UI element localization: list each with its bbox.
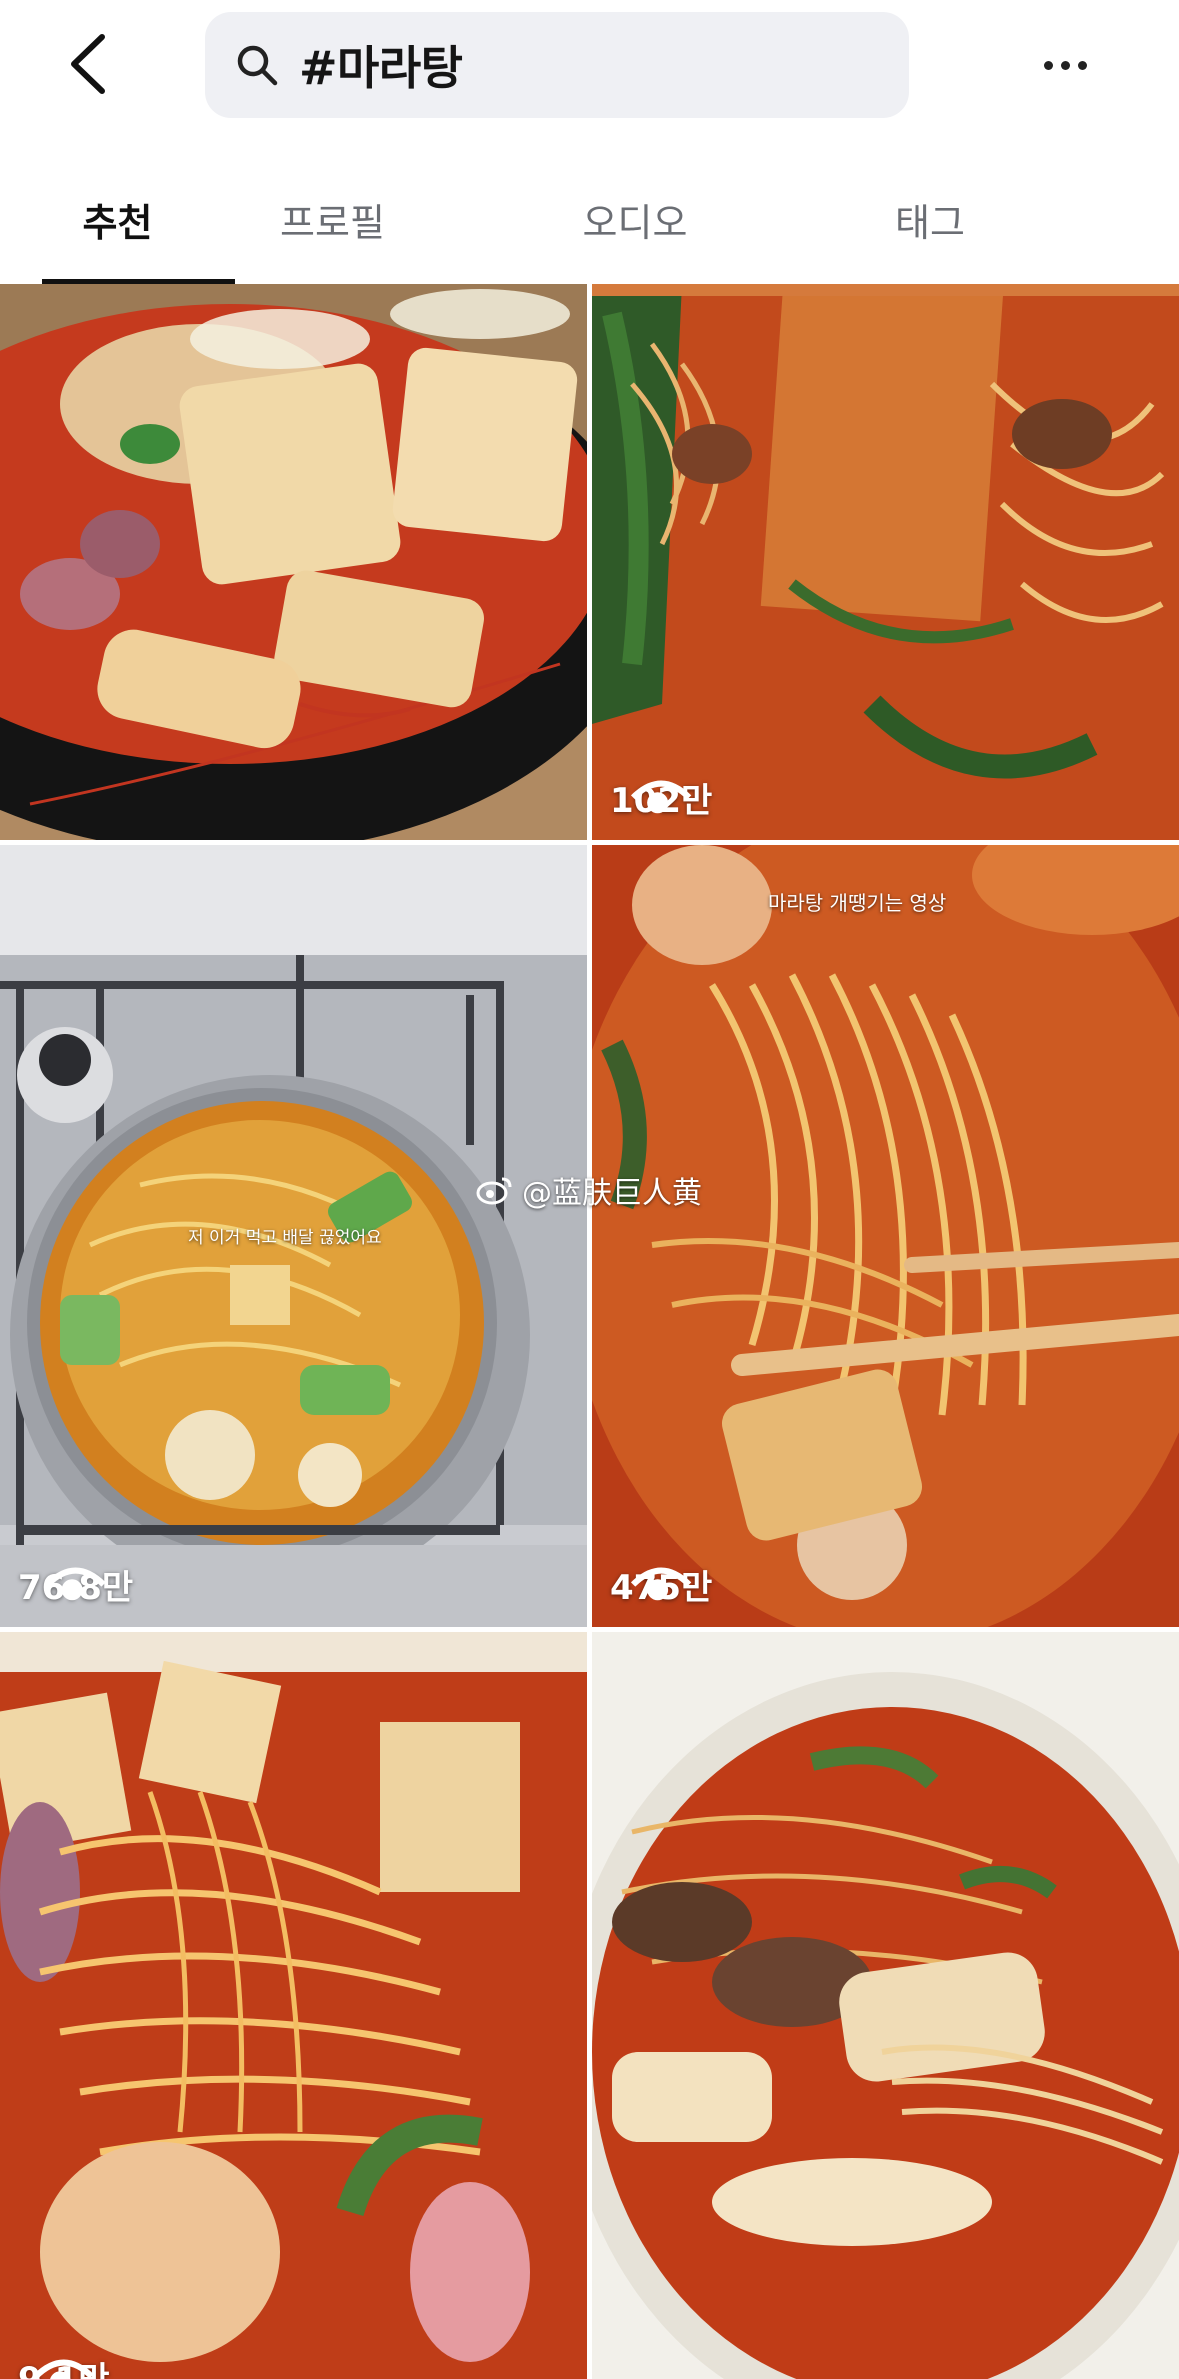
more-options-button[interactable] <box>1030 38 1100 92</box>
search-icon <box>233 41 281 89</box>
tab-tags[interactable]: 태그 <box>840 170 1020 284</box>
search-tabs: 추천 프로필 오디오 태그 <box>0 170 1179 284</box>
thumbnail-image <box>592 1632 1179 2379</box>
tab-audio[interactable]: 오디오 <box>430 170 840 284</box>
video-caption: 저 이거 먹고 배달 끊었어요 <box>188 1228 382 1248</box>
video-thumbnail[interactable]: 9.1만 <box>0 1632 587 2379</box>
video-caption: 마라탕 개땡기는 영상 <box>768 891 947 915</box>
search-bar[interactable] <box>205 12 909 118</box>
thumbnail-image <box>592 845 1179 1627</box>
back-button[interactable] <box>52 28 124 100</box>
eye-icon <box>630 1567 692 1601</box>
video-thumbnail[interactable]: 102만 <box>592 284 1179 840</box>
view-count: 76.8만 <box>18 1560 133 1609</box>
thumbnail-image <box>0 1632 587 2379</box>
video-thumbnail[interactable]: 저 이거 먹고 배달 끊었어요 76.8만 <box>0 845 587 1627</box>
search-input[interactable] <box>299 38 859 92</box>
thumbnail-image <box>0 284 587 840</box>
top-bar <box>0 0 1179 130</box>
thumbnail-image <box>592 284 1179 840</box>
video-thumbnail[interactable]: 마라탕 개땡기는 영상 475만 <box>592 845 1179 1627</box>
view-count: 475만 <box>610 1560 712 1609</box>
weibo-icon <box>476 1177 512 1205</box>
video-thumbnail[interactable] <box>592 1632 1179 2379</box>
tab-recommended[interactable]: 추천 <box>0 170 235 284</box>
weibo-watermark: @蓝肤巨人黄 <box>476 1168 702 1212</box>
view-count: 102만 <box>610 773 712 822</box>
eye-icon <box>33 2359 94 2379</box>
more-horizontal-icon <box>1043 60 1053 70</box>
video-grid: 102만 저 이거 먹고 배달 끊었어요 <box>0 284 1179 2379</box>
eye-icon <box>630 780 692 814</box>
video-thumbnail[interactable] <box>0 284 587 840</box>
view-count: 9.1만 <box>18 2352 110 2379</box>
tab-profile[interactable]: 프로필 <box>235 170 430 284</box>
eye-icon <box>45 1567 106 1601</box>
chevron-left-icon <box>71 34 105 94</box>
